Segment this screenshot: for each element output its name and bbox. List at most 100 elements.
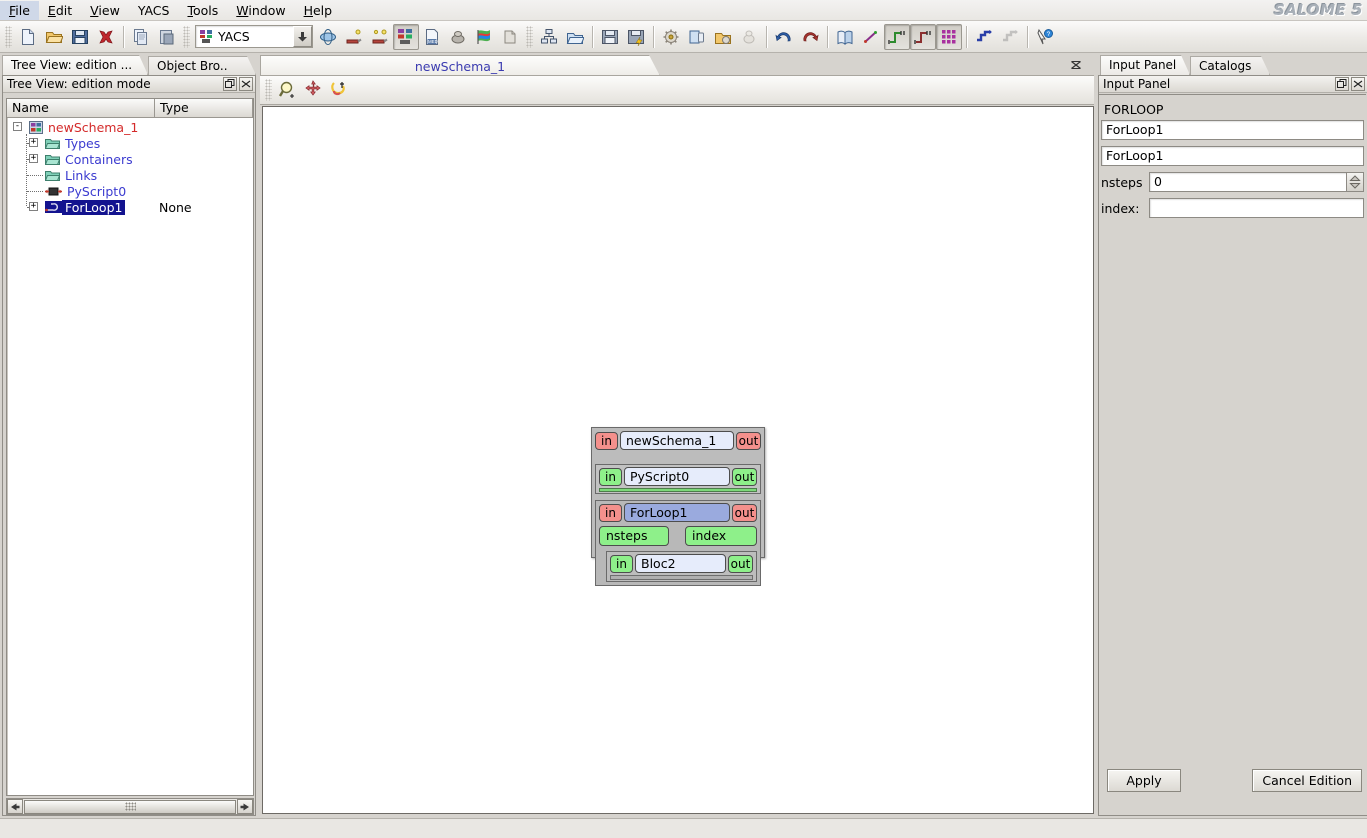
med-module-icon[interactable]: MED (419, 24, 445, 50)
import-catalog-icon[interactable] (684, 24, 710, 50)
export-schema-icon[interactable] (597, 24, 623, 50)
menu-tools[interactable]: Tools (178, 1, 227, 20)
tree-horizontal-scrollbar[interactable] (6, 798, 254, 815)
node-forloop1-port-index[interactable]: index (685, 526, 757, 546)
load-batch-icon[interactable] (710, 24, 736, 50)
tree-column-type[interactable]: Type (155, 99, 253, 117)
scroll-left-icon[interactable] (7, 799, 23, 814)
toolbar-grip[interactable] (5, 25, 12, 48)
open-document-icon[interactable] (41, 24, 67, 50)
tree-row-newschema[interactable]: - newSchema_1 (7, 119, 253, 135)
nsteps-spin-buttons[interactable] (1346, 172, 1364, 192)
index-input[interactable] (1149, 198, 1364, 218)
data-link-icon[interactable] (910, 23, 936, 50)
chevron-down-icon[interactable] (293, 26, 312, 47)
undock-icon[interactable] (223, 77, 237, 91)
pan-icon[interactable] (301, 77, 327, 103)
node-forloop1-in-port[interactable]: in (599, 503, 622, 522)
run-icon[interactable] (736, 24, 762, 50)
node-newschema-1-title[interactable]: newSchema_1 (620, 431, 734, 450)
node-newschema-1-in-port[interactable]: in (595, 431, 618, 450)
mdi-close-icon[interactable] (1069, 58, 1083, 72)
node-type-input[interactable]: ForLoop1 (1101, 146, 1364, 166)
menu-file[interactable]: File (0, 0, 39, 20)
tab-object-browser[interactable]: Object Bro.. (148, 56, 256, 75)
node-newschema-1-header[interactable]: in newSchema_1 out (595, 431, 761, 450)
node-bloc2-header[interactable]: in Bloc2 out (610, 554, 753, 573)
delete-icon[interactable] (93, 24, 119, 50)
expander-containers[interactable]: + (29, 154, 38, 163)
zigzag-link2-icon[interactable] (997, 24, 1023, 50)
link-node-icon[interactable] (858, 24, 884, 50)
copy-icon[interactable] (128, 24, 154, 50)
tree-row-containers[interactable]: + Containers (7, 151, 253, 167)
tab-tree-view[interactable]: Tree View: edition ... (2, 55, 148, 75)
close-icon[interactable] (239, 77, 253, 91)
node-bloc2[interactable]: in Bloc2 out (606, 551, 757, 582)
node-pyscript0-title[interactable]: PyScript0 (624, 467, 730, 486)
tree-row-forloop1[interactable]: + ForLoop1 None (7, 199, 253, 215)
zoom-icon[interactable] (275, 77, 301, 103)
node-bloc2-title[interactable]: Bloc2 (635, 554, 726, 573)
menu-yacs[interactable]: YACS (129, 1, 179, 20)
menu-help[interactable]: Help (295, 1, 342, 20)
menu-view[interactable]: View (81, 1, 129, 20)
module-selector[interactable]: YACS (195, 25, 313, 48)
node-pyscript0[interactable]: in PyScript0 out (595, 464, 761, 494)
scroll-thumb[interactable] (24, 799, 236, 814)
geometry-module-icon[interactable] (315, 24, 341, 50)
control-link-icon[interactable] (884, 23, 910, 50)
tree-view[interactable]: Name Type - newSchema_1 + Types + Contai… (6, 98, 254, 796)
fit-all-icon[interactable] (327, 77, 353, 103)
mdi-tab-newschema[interactable]: newSchema_1 (260, 55, 660, 76)
post-pro-icon[interactable] (445, 24, 471, 50)
expander-types[interactable]: + (29, 138, 38, 147)
whats-this-icon[interactable]: ? (1032, 24, 1058, 50)
expander-forloop1[interactable]: + (29, 202, 38, 211)
node-forloop1[interactable]: in ForLoop1 out nsteps index in Bloc2 ou (595, 500, 761, 586)
nsteps-stepper[interactable]: 0 (1149, 172, 1364, 192)
tree-row-types[interactable]: + Types (7, 135, 253, 151)
nsteps-input[interactable]: 0 (1149, 172, 1346, 192)
node-pyscript0-out-port[interactable]: out (732, 467, 757, 486)
tab-catalogs[interactable]: Catalogs (1190, 56, 1270, 75)
run-settings-icon[interactable] (658, 24, 684, 50)
tree-column-name[interactable]: Name (7, 99, 155, 117)
cancel-edition-button[interactable]: Cancel Edition (1252, 769, 1362, 792)
view-toolbar-grip[interactable] (265, 79, 272, 101)
node-forloop1-header[interactable]: in ForLoop1 out (599, 503, 757, 522)
menu-window[interactable]: Window (227, 1, 294, 20)
component-icon[interactable] (497, 24, 523, 50)
node-newschema-1-out-port[interactable]: out (736, 431, 761, 450)
menu-edit[interactable]: Edit (39, 1, 81, 20)
undock-icon[interactable] (1335, 77, 1349, 91)
export-schema-as-icon[interactable] (623, 24, 649, 50)
expander-newschema[interactable]: - (13, 122, 22, 131)
apply-button[interactable]: Apply (1107, 769, 1181, 792)
tab-input-panel[interactable]: Input Panel (1100, 55, 1190, 75)
tree-row-links[interactable]: Links (7, 167, 253, 183)
node-forloop1-title[interactable]: ForLoop1 (624, 503, 730, 522)
paste-icon[interactable] (154, 24, 180, 50)
schema-canvas[interactable]: in newSchema_1 out in PyScript0 out in F… (262, 106, 1094, 814)
redo-icon[interactable] (797, 24, 823, 50)
undo-icon[interactable] (771, 24, 797, 50)
save-document-icon[interactable] (67, 24, 93, 50)
node-newschema-1[interactable]: in newSchema_1 out in PyScript0 out in F… (591, 427, 765, 586)
tree-row-pyscript0[interactable]: PyScript0 (7, 183, 253, 199)
new-document-icon[interactable] (15, 24, 41, 50)
node-bloc2-in-port[interactable]: in (610, 554, 633, 573)
import-schema-icon[interactable] (562, 24, 588, 50)
mesh2-module-icon[interactable] (367, 24, 393, 50)
zigzag-link-icon[interactable] (971, 24, 997, 50)
scroll-right-icon[interactable] (237, 799, 253, 814)
node-name-input[interactable]: ForLoop1 (1101, 120, 1364, 140)
node-bloc2-out-port[interactable]: out (728, 554, 753, 573)
node-pyscript0-header[interactable]: in PyScript0 out (599, 467, 757, 486)
node-forloop1-port-nsteps[interactable]: nsteps (599, 526, 669, 546)
close-icon[interactable] (1351, 77, 1365, 91)
node-pyscript0-in-port[interactable]: in (599, 467, 622, 486)
whats-this-book-icon[interactable] (832, 24, 858, 50)
grid-arrange-icon[interactable] (936, 23, 962, 50)
toolbar-grip-3[interactable] (526, 25, 533, 48)
